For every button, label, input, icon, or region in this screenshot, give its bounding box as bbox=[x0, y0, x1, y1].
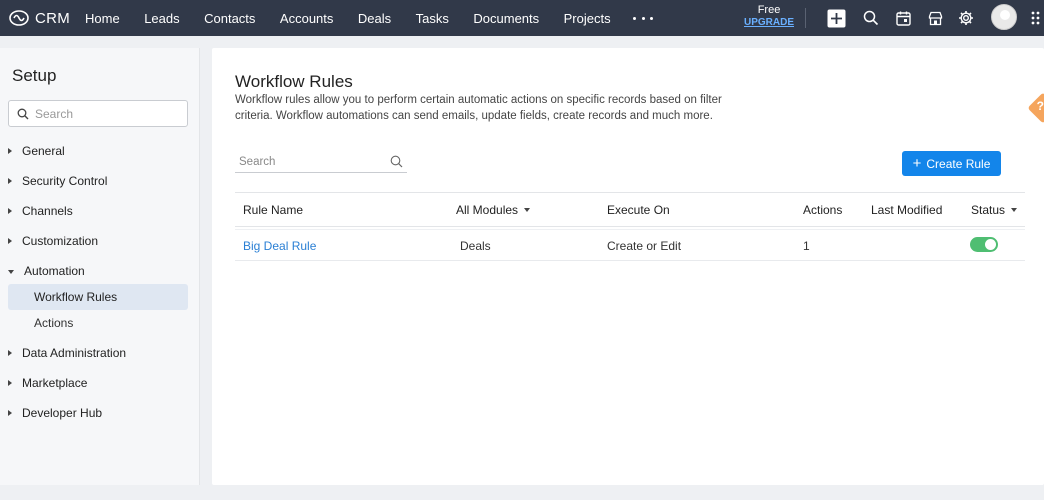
topbar-divider bbox=[805, 8, 806, 28]
gear-icon[interactable] bbox=[956, 8, 976, 28]
column-modules-filter[interactable]: All Modules bbox=[456, 203, 531, 217]
plus-icon: + bbox=[912, 155, 922, 172]
nav-projects[interactable]: Projects bbox=[564, 11, 611, 26]
sidebar-item-customization[interactable]: Customization bbox=[8, 228, 98, 254]
sidebar-item-marketplace[interactable]: Marketplace bbox=[8, 370, 87, 396]
caret-right-icon bbox=[8, 238, 12, 244]
caret-down-icon bbox=[1011, 208, 1018, 212]
nav-contacts[interactable]: Contacts bbox=[204, 11, 255, 26]
grid-icon[interactable] bbox=[1030, 8, 1044, 28]
more-modules-icon[interactable] bbox=[633, 11, 654, 25]
column-execute-on: Execute On bbox=[607, 203, 670, 217]
search-icon bbox=[17, 108, 29, 119]
calendar-icon[interactable] bbox=[893, 8, 913, 28]
setup-sidebar: Setup General Security Control Channels … bbox=[0, 48, 200, 485]
column-rule-name: Rule Name bbox=[243, 203, 304, 217]
search-icon[interactable] bbox=[861, 8, 881, 28]
nav-accounts[interactable]: Accounts bbox=[280, 11, 333, 26]
caret-right-icon bbox=[8, 148, 12, 154]
sidebar-item-data-administration[interactable]: Data Administration bbox=[8, 340, 126, 366]
rule-module: Deals bbox=[460, 239, 491, 253]
rule-status-toggle[interactable] bbox=[970, 237, 998, 252]
caret-right-icon bbox=[8, 350, 12, 356]
column-label: Status bbox=[971, 203, 1006, 217]
sidebar-item-label: Channels bbox=[22, 204, 73, 218]
crm-logo[interactable]: CRM bbox=[9, 10, 79, 27]
top-navigation-bar: CRM Home Leads Contacts Accounts Deals T… bbox=[0, 0, 1044, 36]
caret-down-icon bbox=[524, 208, 531, 212]
sidebar-item-actions[interactable]: Actions bbox=[8, 310, 188, 336]
nav-documents[interactable]: Documents bbox=[473, 11, 539, 26]
caret-down-icon bbox=[8, 269, 14, 274]
caret-right-icon bbox=[8, 208, 12, 214]
plan-info: Free UPGRADE bbox=[744, 4, 794, 29]
sidebar-item-security-control[interactable]: Security Control bbox=[8, 168, 107, 194]
sidebar-search[interactable] bbox=[8, 100, 188, 127]
rule-execute-on: Create or Edit bbox=[607, 239, 682, 253]
help-icon[interactable]: ? bbox=[1037, 99, 1044, 113]
avatar[interactable] bbox=[991, 4, 1017, 30]
page-description: Workflow rules allow you to perform cert… bbox=[235, 94, 722, 122]
column-actions: Actions bbox=[803, 203, 843, 217]
sidebar-item-label: General bbox=[22, 144, 65, 158]
sidebar-item-label: Security Control bbox=[22, 174, 108, 188]
rules-search[interactable] bbox=[235, 151, 407, 173]
column-last-modified: Last Modified bbox=[871, 203, 943, 217]
sidebar-item-channels[interactable]: Channels bbox=[8, 198, 73, 224]
table-row: Big Deal Rule Deals Create or Edit 1 bbox=[235, 229, 1025, 261]
sidebar-item-label: Developer Hub bbox=[22, 406, 103, 420]
nav-deals[interactable]: Deals bbox=[358, 11, 391, 26]
create-rule-button[interactable]: + Create Rule bbox=[902, 151, 1001, 176]
search-icon bbox=[390, 155, 403, 168]
crm-logo-icon bbox=[9, 10, 29, 26]
table-header: Rule Name All Modules Execute On Actions… bbox=[235, 192, 1025, 227]
plan-label: Free bbox=[757, 4, 781, 16]
sidebar-title: Setup bbox=[12, 66, 57, 85]
sidebar-search-input[interactable] bbox=[35, 106, 175, 121]
caret-right-icon bbox=[8, 410, 12, 416]
sidebar-item-workflow-rules[interactable]: Workflow Rules bbox=[8, 284, 188, 310]
rule-name-link[interactable]: Big Deal Rule bbox=[243, 239, 316, 253]
add-icon[interactable] bbox=[826, 8, 846, 28]
rules-search-input[interactable] bbox=[235, 155, 380, 168]
sidebar-item-general[interactable]: General bbox=[8, 138, 65, 164]
rule-actions-count: 1 bbox=[803, 239, 810, 253]
create-rule-label: Create Rule bbox=[926, 156, 991, 171]
main-nav: Home Leads Contacts Accounts Deals Tasks… bbox=[85, 11, 654, 26]
main-panel: Workflow Rules Workflow rules allow you … bbox=[212, 48, 1044, 485]
page-title: Workflow Rules bbox=[235, 72, 353, 91]
nav-home[interactable]: Home bbox=[85, 11, 120, 26]
caret-right-icon bbox=[8, 178, 12, 184]
sidebar-item-label: Marketplace bbox=[22, 376, 88, 390]
sidebar-item-developer-hub[interactable]: Developer Hub bbox=[8, 400, 102, 426]
upgrade-link[interactable]: UPGRADE bbox=[744, 17, 794, 29]
caret-right-icon bbox=[8, 380, 12, 386]
app-name: CRM bbox=[35, 9, 71, 27]
sidebar-item-label: Data Administration bbox=[22, 346, 127, 360]
sidebar-item-label: Automation bbox=[24, 264, 85, 278]
column-status-filter[interactable]: Status bbox=[971, 203, 1018, 217]
nav-tasks[interactable]: Tasks bbox=[416, 11, 449, 26]
sidebar-item-label: Customization bbox=[22, 234, 99, 248]
column-label: All Modules bbox=[456, 203, 519, 217]
nav-leads[interactable]: Leads bbox=[144, 11, 179, 26]
sidebar-item-automation[interactable]: Automation bbox=[8, 258, 85, 284]
marketplace-icon[interactable] bbox=[925, 8, 945, 28]
